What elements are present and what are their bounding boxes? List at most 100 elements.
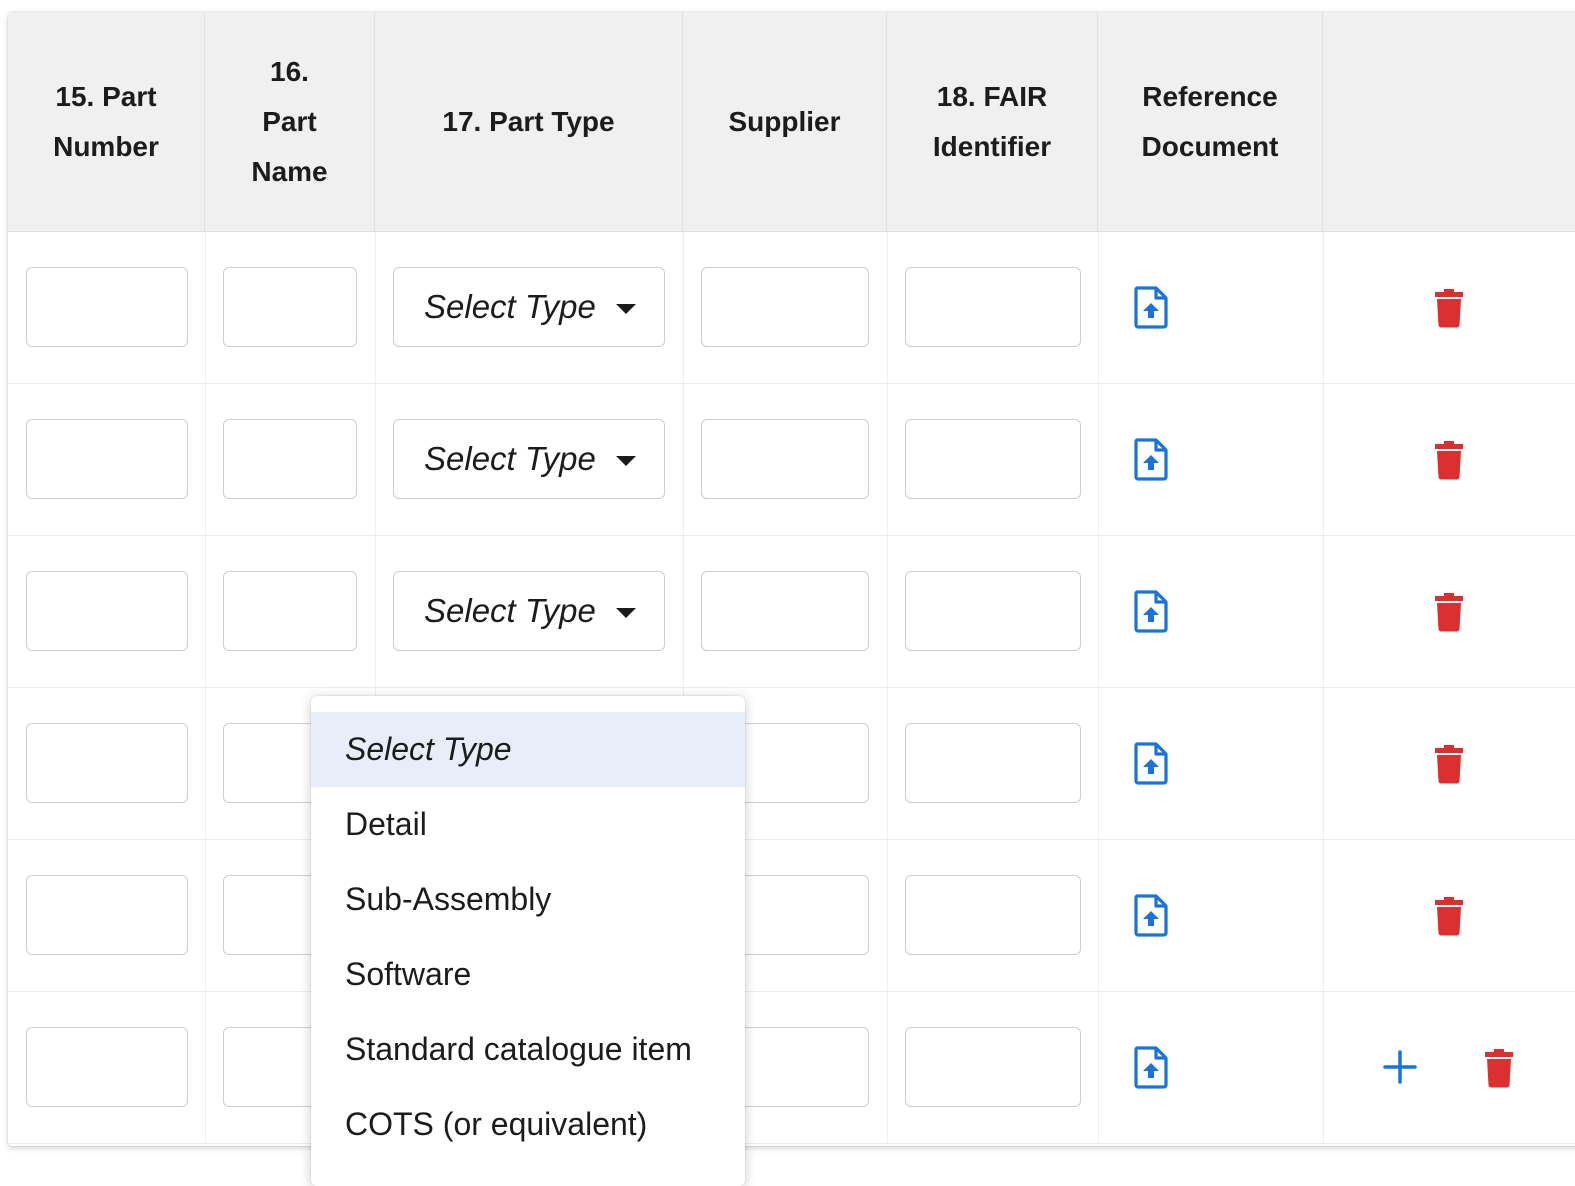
column-divider: [1323, 840, 1324, 991]
column-divider: [1098, 384, 1099, 535]
trash-icon[interactable]: [1434, 896, 1464, 941]
header-label-line: 16.: [270, 55, 309, 87]
column-divider: [683, 384, 684, 535]
header-label-line: Document: [1141, 130, 1279, 162]
part-type-select[interactable]: Select Type: [393, 571, 665, 651]
dropdown-option[interactable]: COTS (or equivalent): [311, 1087, 745, 1162]
header-label-line: Identifier: [932, 130, 1052, 162]
fair-identifier-input[interactable]: [905, 571, 1081, 651]
caret-down-icon: [616, 304, 636, 314]
table-row: Select Type: [8, 840, 1575, 992]
part-type-select-value: Select Type: [424, 288, 596, 325]
column-divider: [1098, 688, 1099, 839]
fair-identifier-input[interactable]: [905, 723, 1081, 803]
column-divider: [887, 384, 888, 535]
fair-identifier-input[interactable]: [905, 1027, 1081, 1107]
column-divider: [1098, 840, 1099, 991]
table-row: Select Type: [8, 992, 1575, 1144]
column-divider: [375, 536, 376, 687]
header-part-name: 16. Part Name: [205, 12, 375, 232]
parts-table: 15. Part Number 16. Part Name 17. Part Type Su…: [8, 12, 1575, 1146]
file-upload-icon[interactable]: [1133, 741, 1169, 790]
part-number-input[interactable]: [26, 723, 188, 803]
file-upload-icon[interactable]: [1133, 437, 1169, 486]
part-type-select[interactable]: Select Type: [393, 419, 665, 499]
column-divider: [887, 688, 888, 839]
column-divider: [683, 232, 684, 383]
trash-icon[interactable]: [1434, 288, 1464, 333]
header-fair-identifier: 18. FAIR Identifier: [887, 12, 1098, 232]
header-label-line: 15. Part: [55, 80, 157, 112]
header-label-line: 17. Part Type: [442, 105, 615, 137]
column-divider: [1098, 232, 1099, 383]
supplier-input[interactable]: [701, 267, 869, 347]
column-divider: [205, 536, 206, 687]
column-divider: [1323, 384, 1324, 535]
file-upload-icon[interactable]: [1133, 893, 1169, 942]
part-number-input[interactable]: [26, 419, 188, 499]
column-divider: [887, 536, 888, 687]
header-label-line: Supplier: [728, 105, 841, 137]
trash-icon[interactable]: [1434, 592, 1464, 637]
column-divider: [205, 688, 206, 839]
part-name-input[interactable]: [223, 571, 357, 651]
column-divider: [1323, 992, 1324, 1143]
column-divider: [375, 384, 376, 535]
trash-icon[interactable]: [1434, 744, 1464, 789]
column-divider: [887, 840, 888, 991]
header-supplier: Supplier: [683, 12, 887, 232]
column-divider: [1323, 688, 1324, 839]
file-upload-icon[interactable]: [1133, 285, 1169, 334]
part-name-input[interactable]: [223, 267, 357, 347]
part-type-select-value: Select Type: [424, 440, 596, 477]
dropdown-option[interactable]: Standard catalogue item: [311, 1012, 745, 1087]
plus-icon[interactable]: [1383, 1050, 1417, 1089]
file-upload-icon[interactable]: [1133, 1045, 1169, 1094]
part-type-select[interactable]: Select Type: [393, 267, 665, 347]
column-divider: [375, 232, 376, 383]
header-reference-document: Reference Document: [1098, 12, 1323, 232]
column-divider: [205, 992, 206, 1143]
part-number-input[interactable]: [26, 875, 188, 955]
header-label-line: Part: [262, 105, 317, 137]
column-divider: [1323, 232, 1324, 383]
header-label-line: Name: [251, 155, 328, 187]
part-name-input[interactable]: [223, 419, 357, 499]
column-divider: [1323, 536, 1324, 687]
supplier-input[interactable]: [701, 571, 869, 651]
part-type-dropdown-menu: Select Type Detail Sub-Assembly Software Sta…: [311, 696, 745, 1186]
fair-identifier-input[interactable]: [905, 267, 1081, 347]
column-divider: [205, 840, 206, 991]
part-number-input[interactable]: [26, 267, 188, 347]
header-label-line: Number: [53, 130, 159, 162]
fair-identifier-input[interactable]: [905, 875, 1081, 955]
header-part-type: 17. Part Type: [375, 12, 683, 232]
trash-icon[interactable]: [1434, 440, 1464, 485]
column-divider: [1098, 536, 1099, 687]
dropdown-option[interactable]: Software: [311, 937, 745, 1012]
dropdown-option[interactable]: Detail: [311, 787, 745, 862]
dropdown-option[interactable]: Sub-Assembly: [311, 862, 745, 937]
column-divider: [887, 232, 888, 383]
table-row: Select Type: [8, 688, 1575, 840]
part-number-input[interactable]: [26, 571, 188, 651]
column-divider: [205, 384, 206, 535]
fair-identifier-input[interactable]: [905, 419, 1081, 499]
supplier-input[interactable]: [701, 419, 869, 499]
dropdown-option[interactable]: Select Type: [311, 712, 745, 787]
file-upload-icon[interactable]: [1133, 589, 1169, 638]
column-divider: [887, 992, 888, 1143]
column-divider: [683, 536, 684, 687]
trash-icon[interactable]: [1484, 1048, 1514, 1093]
header-part-number: 15. Part Number: [8, 12, 205, 232]
header-label-line: Reference: [1142, 80, 1278, 112]
caret-down-icon: [616, 608, 636, 618]
table-row: Select Type: [8, 384, 1575, 536]
table-row: Select Type: [8, 536, 1575, 688]
header-label-line: 18. FAIR: [936, 80, 1048, 112]
part-number-input[interactable]: [26, 1027, 188, 1107]
table-row: Select Type: [8, 232, 1575, 384]
caret-down-icon: [616, 456, 636, 466]
column-divider: [205, 232, 206, 383]
header-actions: [1323, 12, 1575, 232]
